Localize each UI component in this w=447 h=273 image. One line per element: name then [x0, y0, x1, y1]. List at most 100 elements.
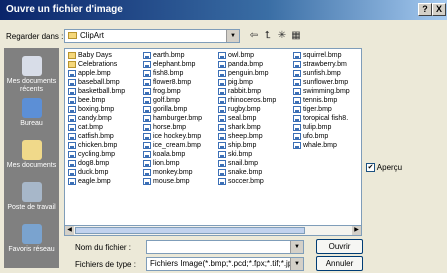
- file-item[interactable]: chicken.bmp: [68, 141, 125, 150]
- file-name: owl.bmp: [228, 52, 255, 59]
- bitmap-file-icon: [68, 142, 76, 149]
- file-item[interactable]: hamburger.bmp: [143, 114, 202, 123]
- file-item[interactable]: candy.bmp: [68, 114, 125, 123]
- file-item[interactable]: tiger.bmp: [293, 105, 350, 114]
- filetype-value: Fichiers Image(*.bmp;*.pcd;*.fpx;*.tif;*…: [150, 259, 304, 268]
- file-item[interactable]: penguin.bmp: [218, 69, 276, 78]
- folder-item[interactable]: Celebrations: [68, 60, 125, 69]
- place-desktop[interactable]: Bureau: [4, 98, 59, 128]
- file-item[interactable]: apple.bmp: [68, 69, 125, 78]
- place-label: Favoris réseau: [8, 246, 55, 253]
- file-name: snail.bmp: [228, 160, 258, 167]
- file-item[interactable]: owl.bmp: [218, 51, 276, 60]
- filename-input[interactable]: ▼: [146, 240, 304, 254]
- file-item[interactable]: swimming.bmp: [293, 87, 350, 96]
- file-name: swimming.bmp: [303, 88, 350, 95]
- file-item[interactable]: eagle.bmp: [68, 177, 125, 186]
- file-item[interactable]: cycling.bmp: [68, 150, 125, 159]
- file-item[interactable]: whale.bmp: [293, 141, 350, 150]
- file-item[interactable]: fish8.bmp: [143, 69, 202, 78]
- file-item[interactable]: horse.bmp: [143, 123, 202, 132]
- file-item[interactable]: panda.bmp: [218, 60, 276, 69]
- file-item[interactable]: seal.bmp: [218, 114, 276, 123]
- place-recent[interactable]: Mes documents récents: [4, 56, 59, 94]
- lookin-dropdown[interactable]: ClipArt ▼: [64, 29, 240, 43]
- file-item[interactable]: basketball.bmp: [68, 87, 125, 96]
- file-item[interactable]: toropical fish8.: [293, 114, 350, 123]
- file-item[interactable]: ufo.bmp: [293, 132, 350, 141]
- file-item[interactable]: ski.bmp: [218, 150, 276, 159]
- file-item[interactable]: tennis.bmp: [293, 96, 350, 105]
- bitmap-file-icon: [68, 88, 76, 95]
- file-list[interactable]: Baby Days Celebrations apple.bmp baseball.b…: [64, 48, 362, 226]
- file-item[interactable]: rugby.bmp: [218, 105, 276, 114]
- file-item[interactable]: snail.bmp: [218, 159, 276, 168]
- file-item[interactable]: elephant.bmp: [143, 60, 202, 69]
- chevron-down-icon[interactable]: ▼: [290, 241, 303, 253]
- file-item[interactable]: flower8.bmp: [143, 78, 202, 87]
- file-item[interactable]: boxing.bmp: [68, 105, 125, 114]
- file-item[interactable]: sunfish.bmp: [293, 69, 350, 78]
- bitmap-file-icon: [218, 151, 226, 158]
- file-item[interactable]: sunflower.bmp: [293, 78, 350, 87]
- bitmap-file-icon: [218, 178, 226, 185]
- place-my-computer[interactable]: Poste de travail: [4, 182, 59, 212]
- file-item[interactable]: tulip.bmp: [293, 123, 350, 132]
- place-my-documents[interactable]: Mes documents: [4, 140, 59, 170]
- scroll-right-icon[interactable]: ▶: [352, 226, 361, 235]
- file-item[interactable]: koala.bmp: [143, 150, 202, 159]
- file-item[interactable]: ship.bmp: [218, 141, 276, 150]
- file-item[interactable]: shark.bmp: [218, 123, 276, 132]
- file-item[interactable]: ice hockey.bmp: [143, 132, 202, 141]
- scroll-left-icon[interactable]: ◀: [65, 226, 74, 235]
- close-button[interactable]: X: [432, 3, 446, 16]
- file-item[interactable]: mouse.bmp: [143, 177, 202, 186]
- file-item[interactable]: lion.bmp: [143, 159, 202, 168]
- new-folder-icon[interactable]: ✳: [276, 30, 288, 42]
- file-item[interactable]: squirrel.bmp: [293, 51, 350, 60]
- place-network[interactable]: Favoris réseau: [4, 224, 59, 254]
- place-label: Mes documents récents: [6, 78, 57, 93]
- file-item[interactable]: ice_cream.bmp: [143, 141, 202, 150]
- folder-item[interactable]: Baby Days: [68, 51, 125, 60]
- file-item[interactable]: soccer.bmp: [218, 177, 276, 186]
- view-menu-icon[interactable]: ▦: [290, 30, 302, 42]
- bitmap-file-icon: [218, 115, 226, 122]
- up-folder-icon[interactable]: ⮤: [262, 30, 274, 42]
- file-item[interactable]: gorilla.bmp: [143, 105, 202, 114]
- bitmap-file-icon: [68, 79, 76, 86]
- help-button[interactable]: ?: [418, 3, 432, 16]
- file-item[interactable]: duck.bmp: [68, 168, 125, 177]
- file-item[interactable]: dog8.bmp: [68, 159, 125, 168]
- bitmap-file-icon: [68, 124, 76, 131]
- file-name: frog.bmp: [153, 88, 181, 95]
- horizontal-scrollbar[interactable]: ◀ ▶: [64, 226, 362, 236]
- checkbox-checked-icon[interactable]: ✔: [366, 163, 375, 173]
- file-item[interactable]: snake.bmp: [218, 168, 276, 177]
- file-name: sunflower.bmp: [303, 79, 349, 86]
- file-item[interactable]: earth.bmp: [143, 51, 202, 60]
- file-item[interactable]: baseball.bmp: [68, 78, 125, 87]
- file-item[interactable]: monkey.bmp: [143, 168, 202, 177]
- chevron-down-icon[interactable]: ▼: [290, 258, 303, 270]
- open-button[interactable]: Ouvrir: [316, 239, 363, 254]
- filetype-dropdown[interactable]: Fichiers Image(*.bmp;*.pcd;*.fpx;*.tif;*…: [146, 257, 304, 271]
- file-item[interactable]: pig.bmp: [218, 78, 276, 87]
- file-item[interactable]: rabbit.bmp: [218, 87, 276, 96]
- preview-checkbox[interactable]: ✔ Aperçu: [366, 163, 402, 173]
- back-icon[interactable]: ⇦: [248, 30, 260, 42]
- bitmap-file-icon: [68, 178, 76, 185]
- file-item[interactable]: rhinoceros.bmp: [218, 96, 276, 105]
- cancel-button[interactable]: Annuler: [316, 256, 363, 271]
- file-name: cycling.bmp: [78, 151, 115, 158]
- file-item[interactable]: catfish.bmp: [68, 132, 125, 141]
- file-item[interactable]: cat.bmp: [68, 123, 125, 132]
- file-item[interactable]: strawberry.bm: [293, 60, 350, 69]
- file-item[interactable]: frog.bmp: [143, 87, 202, 96]
- title-bar: Ouvre un fichier d'image ? X: [0, 0, 447, 20]
- chevron-down-icon[interactable]: ▼: [226, 30, 239, 42]
- scrollbar-thumb[interactable]: [75, 227, 305, 234]
- file-item[interactable]: golf.bmp: [143, 96, 202, 105]
- file-item[interactable]: sheep.bmp: [218, 132, 276, 141]
- file-item[interactable]: bee.bmp: [68, 96, 125, 105]
